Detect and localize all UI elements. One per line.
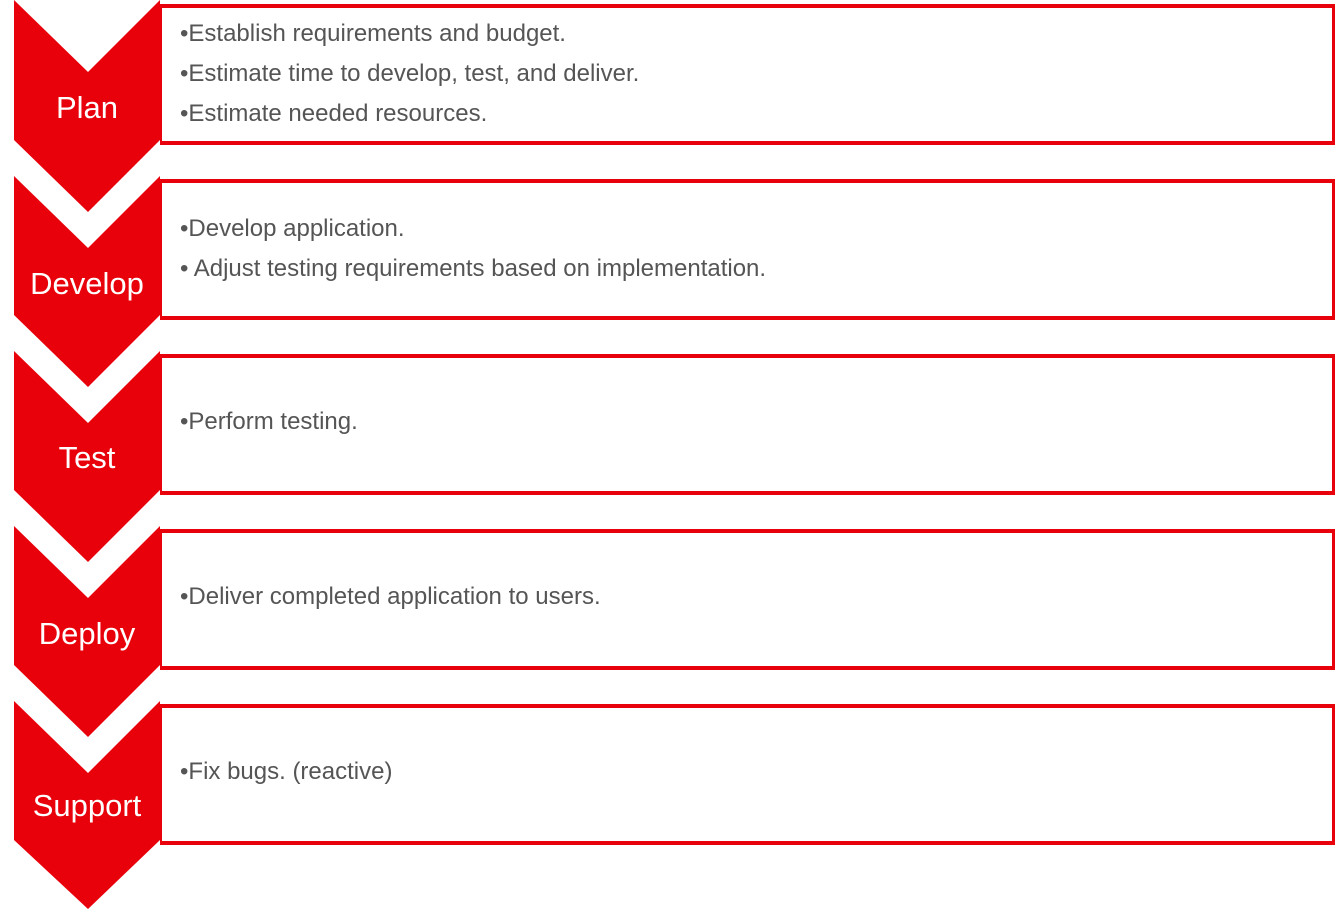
bullet-item: •Estimate time to develop, test, and del…: [180, 60, 640, 87]
step-label-test: Test: [58, 440, 116, 475]
bullet-list-deploy: •Deliver completed application to users.: [180, 577, 601, 617]
bullet-item: •Fix bugs. (reactive): [180, 758, 393, 785]
bullet-list-develop: •Develop application. • Adjust testing r…: [180, 209, 766, 289]
step-label-support: Support: [32, 788, 142, 823]
step-box-plan: •Establish requirements and budget. •Est…: [160, 4, 1335, 145]
bullet-item: •Perform testing.: [180, 408, 358, 435]
step-box-test: •Perform testing.: [160, 354, 1335, 495]
bullet-item: •Deliver completed application to users.: [180, 583, 601, 610]
step-box-deploy: •Deliver completed application to users.: [160, 529, 1335, 670]
bullet-list-plan: •Establish requirements and budget. •Est…: [180, 14, 639, 134]
step-label-deploy: Deploy: [38, 616, 136, 651]
step-label-develop: Develop: [30, 266, 144, 301]
step-box-develop: •Develop application. • Adjust testing r…: [160, 179, 1335, 320]
bullet-item: • Adjust testing requirements based on i…: [180, 255, 767, 282]
step-label-plan: Plan: [55, 90, 119, 125]
bullet-item: •Estimate needed resources.: [180, 100, 488, 127]
process-diagram: Plan •Establish requirements and budget.…: [0, 0, 1335, 909]
step-box-support: •Fix bugs. (reactive): [160, 704, 1335, 845]
bullet-list-test: •Perform testing.: [180, 402, 358, 442]
bullet-item: •Establish requirements and budget.: [180, 20, 566, 47]
bullet-list-support: •Fix bugs. (reactive): [180, 752, 392, 792]
bullet-item: •Develop application.: [180, 215, 405, 242]
